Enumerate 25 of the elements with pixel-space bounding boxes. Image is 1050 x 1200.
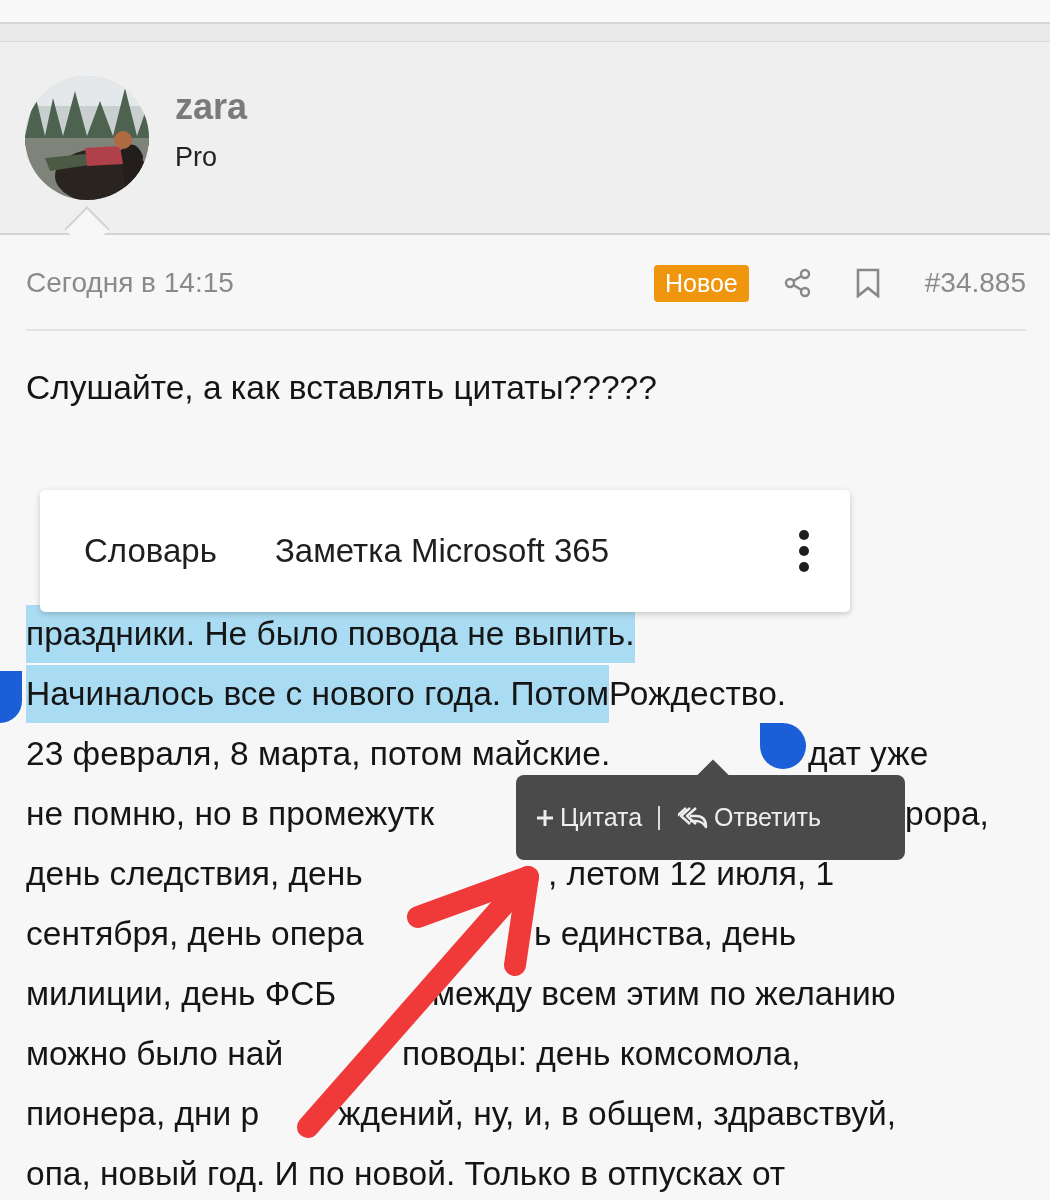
post-text: ждений, ну, и, в общем, здравствуй, bbox=[338, 1093, 897, 1134]
post-text: пионера, дни р bbox=[26, 1093, 260, 1134]
quote-button[interactable]: Цитата bbox=[532, 797, 647, 838]
post-date: Сегодня в 14:15 bbox=[26, 267, 235, 299]
menu-item[interactable]: Заметка Microsoft 365 bbox=[260, 522, 623, 580]
post-text: не помню, но в промежутк bbox=[26, 793, 435, 834]
reply-button[interactable]: Ответить bbox=[674, 797, 825, 838]
user-title: Pro bbox=[175, 142, 219, 173]
selected-text: Начиналось все с нового года. Потом bbox=[26, 664, 609, 723]
author-name[interactable]: zara bbox=[175, 86, 248, 128]
post-text: Слушайте, а как вставлять цитаты????? bbox=[26, 367, 657, 408]
post-text: , летом 12 июля, 1 bbox=[548, 853, 835, 894]
post-text: поводы: день комсомола, bbox=[402, 1033, 801, 1074]
menu-item[interactable]: Словарь bbox=[70, 522, 231, 580]
post-text: ь единства, день bbox=[534, 913, 797, 954]
post-text: опа, новый год. И по новой. Только в отпусках от bbox=[26, 1153, 786, 1194]
post-text: можно было най bbox=[26, 1033, 284, 1074]
post-text: рора, bbox=[905, 793, 989, 834]
post-text: 23 февраля, 8 марта, потом майские. bbox=[26, 733, 611, 774]
post-text: сентября, день опера bbox=[26, 913, 364, 954]
post-text: дат уже bbox=[808, 733, 929, 774]
new-badge: Новое bbox=[654, 264, 749, 302]
post-text: Рождество. bbox=[609, 673, 787, 714]
post-text: день следствия, день bbox=[26, 853, 363, 894]
post-text: милиции, день ФСБ bbox=[26, 973, 337, 1014]
